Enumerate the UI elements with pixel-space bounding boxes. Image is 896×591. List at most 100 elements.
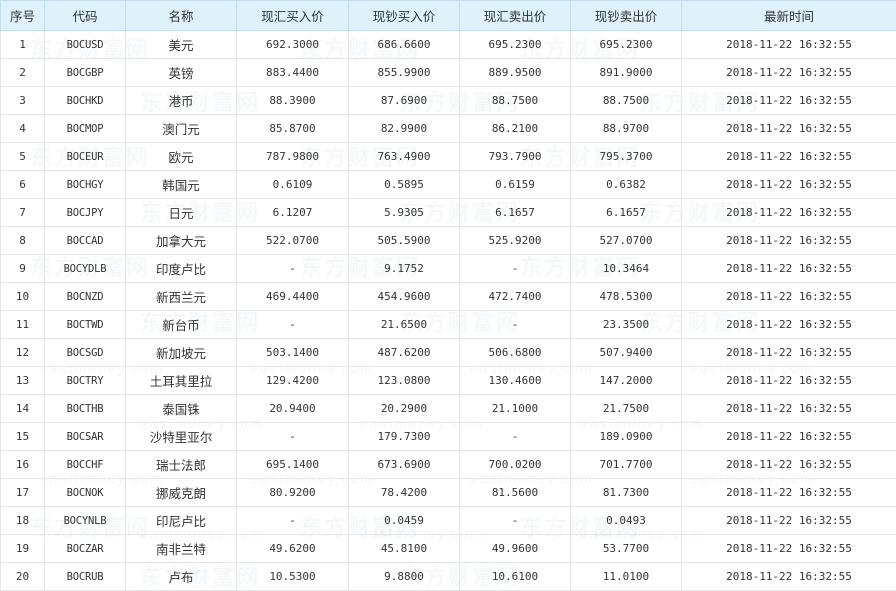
table-row[interactable]: 8BOCCAD加拿大元522.0700505.5900525.9200527.0… [1, 227, 896, 255]
header-updated[interactable]: 最新时间 [682, 1, 896, 31]
header-spot-sell[interactable]: 现汇卖出价 [460, 1, 571, 31]
cell-spot-buy: 469.4400 [237, 283, 349, 311]
cell-spot-sell: 793.7900 [460, 143, 571, 171]
table-row[interactable]: 9BOCYDLB印度卢比-9.1752-10.34642018-11-22 16… [1, 255, 896, 283]
table-row[interactable]: 1BOCUSD美元692.3000686.6600695.2300695.230… [1, 31, 896, 59]
cell-spot-buy: - [237, 255, 349, 283]
table-row[interactable]: 5BOCEUR欧元787.9800763.4900793.7900795.370… [1, 143, 896, 171]
cell-index: 13 [1, 367, 45, 395]
cell-updated: 2018-11-22 16:32:55 [682, 283, 896, 311]
cell-name[interactable]: 英镑 [126, 59, 237, 87]
cell-name[interactable]: 挪威克朗 [126, 479, 237, 507]
cell-code[interactable]: BOCSAR [45, 423, 126, 451]
cell-name[interactable]: 日元 [126, 199, 237, 227]
cell-code[interactable]: BOCTWD [45, 311, 126, 339]
header-code[interactable]: 代码 [45, 1, 126, 31]
cell-cash-sell: 21.7500 [571, 395, 682, 423]
cell-name[interactable]: 欧元 [126, 143, 237, 171]
table-header-row: 序号 代码 名称 现汇买入价 现钞买入价 现汇卖出价 现钞卖出价 最新时间 [1, 1, 896, 31]
table-row[interactable]: 11BOCTWD新台币-21.6500-23.35002018-11-22 16… [1, 311, 896, 339]
table-row[interactable]: 14BOCTHB泰国铢20.940020.290021.100021.75002… [1, 395, 896, 423]
cell-code[interactable]: BOCJPY [45, 199, 126, 227]
cell-name[interactable]: 加拿大元 [126, 227, 237, 255]
table-row[interactable]: 2BOCGBP英镑883.4400855.9900889.9500891.900… [1, 59, 896, 87]
cell-cash-sell: 701.7700 [571, 451, 682, 479]
cell-name[interactable]: 美元 [126, 31, 237, 59]
cell-spot-sell: 472.7400 [460, 283, 571, 311]
cell-code[interactable]: BOCEUR [45, 143, 126, 171]
cell-index: 7 [1, 199, 45, 227]
cell-cash-sell: 23.3500 [571, 311, 682, 339]
cell-spot-buy: 0.6109 [237, 171, 349, 199]
cell-code[interactable]: BOCNZD [45, 283, 126, 311]
table-row[interactable]: 17BOCNOK挪威克朗80.920078.420081.560081.7300… [1, 479, 896, 507]
cell-cash-buy: 9.1752 [349, 255, 460, 283]
cell-name[interactable]: 新台币 [126, 311, 237, 339]
cell-name[interactable]: 澳门元 [126, 115, 237, 143]
cell-code[interactable]: BOCYDLB [45, 255, 126, 283]
cell-name[interactable]: 南非兰特 [126, 535, 237, 563]
cell-spot-buy: 129.4200 [237, 367, 349, 395]
table-row[interactable]: 10BOCNZD新西兰元469.4400454.9600472.7400478.… [1, 283, 896, 311]
cell-code[interactable]: BOCTHB [45, 395, 126, 423]
header-cash-buy[interactable]: 现钞买入价 [349, 1, 460, 31]
cell-spot-sell: 525.9200 [460, 227, 571, 255]
cell-code[interactable]: BOCRUB [45, 563, 126, 591]
table-row[interactable]: 3BOCHKD港币88.390087.690088.750088.7500201… [1, 87, 896, 115]
cell-code[interactable]: BOCHKD [45, 87, 126, 115]
cell-spot-buy: 20.9400 [237, 395, 349, 423]
cell-updated: 2018-11-22 16:32:55 [682, 367, 896, 395]
cell-code[interactable]: BOCCHF [45, 451, 126, 479]
cell-updated: 2018-11-22 16:32:55 [682, 395, 896, 423]
cell-code[interactable]: BOCTRY [45, 367, 126, 395]
cell-name[interactable]: 卢布 [126, 563, 237, 591]
cell-spot-sell: 6.1657 [460, 199, 571, 227]
cell-cash-buy: 763.4900 [349, 143, 460, 171]
header-index[interactable]: 序号 [1, 1, 45, 31]
cell-code[interactable]: BOCCAD [45, 227, 126, 255]
cell-cash-buy: 673.6900 [349, 451, 460, 479]
table-row[interactable]: 16BOCCHF瑞士法郎695.1400673.6900700.0200701.… [1, 451, 896, 479]
cell-code[interactable]: BOCHGY [45, 171, 126, 199]
cell-code[interactable]: BOCNOK [45, 479, 126, 507]
cell-code[interactable]: BOCGBP [45, 59, 126, 87]
cell-cash-buy: 505.5900 [349, 227, 460, 255]
cell-index: 18 [1, 507, 45, 535]
header-name[interactable]: 名称 [126, 1, 237, 31]
cell-name[interactable]: 韩国元 [126, 171, 237, 199]
cell-name[interactable]: 土耳其里拉 [126, 367, 237, 395]
table-row[interactable]: 13BOCTRY土耳其里拉129.4200123.0800130.4600147… [1, 367, 896, 395]
cell-name[interactable]: 瑞士法郎 [126, 451, 237, 479]
table-row[interactable]: 19BOCZAR南非兰特49.620045.810049.960053.7700… [1, 535, 896, 563]
cell-code[interactable]: BOCYNLB [45, 507, 126, 535]
cell-name[interactable]: 港币 [126, 87, 237, 115]
table-row[interactable]: 6BOCHGY韩国元0.61090.58950.61590.63822018-1… [1, 171, 896, 199]
cell-code[interactable]: BOCMOP [45, 115, 126, 143]
cell-code[interactable]: BOCZAR [45, 535, 126, 563]
cell-code[interactable]: BOCSGD [45, 339, 126, 367]
table-row[interactable]: 12BOCSGD新加坡元503.1400487.6200506.6800507.… [1, 339, 896, 367]
cell-spot-buy: 10.5300 [237, 563, 349, 591]
cell-name[interactable]: 新西兰元 [126, 283, 237, 311]
cell-cash-sell: 147.2000 [571, 367, 682, 395]
cell-spot-sell: - [460, 423, 571, 451]
cell-index: 4 [1, 115, 45, 143]
cell-cash-buy: 123.0800 [349, 367, 460, 395]
table-row[interactable]: 4BOCMOP澳门元85.870082.990086.210088.970020… [1, 115, 896, 143]
cell-spot-buy: - [237, 507, 349, 535]
table-row[interactable]: 15BOCSAR沙特里亚尔-179.7300-189.09002018-11-2… [1, 423, 896, 451]
header-cash-sell[interactable]: 现钞卖出价 [571, 1, 682, 31]
cell-updated: 2018-11-22 16:32:55 [682, 479, 896, 507]
cell-cash-buy: 5.9305 [349, 199, 460, 227]
cell-name[interactable]: 印度卢比 [126, 255, 237, 283]
table-row[interactable]: 7BOCJPY日元6.12075.93056.16576.16572018-11… [1, 199, 896, 227]
cell-name[interactable]: 新加坡元 [126, 339, 237, 367]
cell-name[interactable]: 印尼卢比 [126, 507, 237, 535]
cell-name[interactable]: 泰国铢 [126, 395, 237, 423]
cell-updated: 2018-11-22 16:32:55 [682, 339, 896, 367]
cell-code[interactable]: BOCUSD [45, 31, 126, 59]
cell-name[interactable]: 沙特里亚尔 [126, 423, 237, 451]
header-spot-buy[interactable]: 现汇买入价 [237, 1, 349, 31]
table-row[interactable]: 18BOCYNLB印尼卢比-0.0459-0.04932018-11-22 16… [1, 507, 896, 535]
table-row[interactable]: 20BOCRUB卢布10.53009.880010.610011.0100201… [1, 563, 896, 591]
